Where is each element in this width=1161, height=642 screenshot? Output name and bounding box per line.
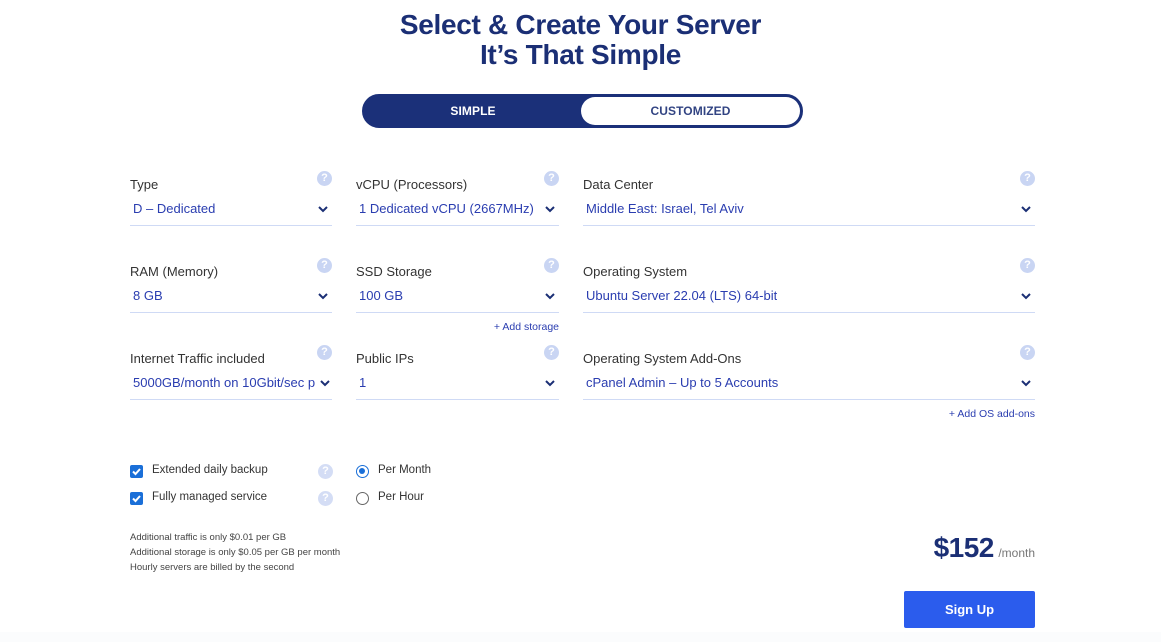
chevron-down-icon — [545, 206, 555, 213]
ram-select[interactable]: 8 GB — [130, 284, 332, 313]
help-icon[interactable]: ? — [544, 171, 559, 186]
public-ips-value: 1 — [359, 375, 367, 390]
os-addons-value: cPanel Admin – Up to 5 Accounts — [586, 375, 779, 390]
help-icon[interactable]: ? — [1020, 171, 1035, 186]
per-hour-label[interactable]: Per Hour — [378, 491, 424, 503]
type-field: Type ? D – Dedicated — [130, 171, 332, 232]
vcpu-label: vCPU (Processors) — [356, 177, 468, 192]
os-field: Operating System ? Ubuntu Server 22.04 (… — [583, 258, 1035, 319]
per-month-label[interactable]: Per Month — [378, 464, 431, 476]
public-ips-field: Public IPs ? 1 — [356, 345, 559, 406]
ssd-value: 100 GB — [359, 288, 404, 303]
chevron-down-icon — [320, 380, 330, 387]
help-icon[interactable]: ? — [317, 171, 332, 186]
data-center-select[interactable]: Middle East: Israel, Tel Aviv — [583, 197, 1035, 226]
os-value: Ubuntu Server 22.04 (LTS) 64-bit — [586, 288, 778, 303]
toggle-customized[interactable]: CUSTOMIZED — [581, 97, 800, 125]
help-icon[interactable]: ? — [544, 258, 559, 273]
traffic-value: 5000GB/month on 10Gbit/sec p — [133, 375, 316, 390]
chevron-down-icon — [545, 293, 555, 300]
sign-up-button[interactable]: Sign Up — [904, 591, 1035, 628]
traffic-field: Internet Traffic included ? 5000GB/month… — [130, 345, 332, 406]
ram-label: RAM (Memory) — [130, 264, 219, 279]
public-ips-select[interactable]: 1 — [356, 371, 559, 400]
help-icon[interactable]: ? — [1020, 345, 1035, 360]
vcpu-value: 1 Dedicated vCPU (2667MHz) — [359, 201, 534, 216]
backup-label[interactable]: Extended daily backup — [152, 464, 268, 476]
ssd-select[interactable]: 100 GB — [356, 284, 559, 313]
title-line-2: It’s That Simple — [479, 39, 682, 70]
ssd-field: SSD Storage ? 100 GB — [356, 258, 559, 319]
pricing-notes: Additional traffic is only $0.01 per GB … — [130, 530, 340, 575]
data-center-label: Data Center — [583, 177, 654, 192]
os-addons-label: Operating System Add-Ons — [583, 351, 742, 366]
checkmark-icon — [132, 495, 141, 503]
note-storage: Additional storage is only $0.05 per GB … — [130, 547, 341, 558]
os-addons-select[interactable]: cPanel Admin – Up to 5 Accounts — [583, 371, 1035, 400]
type-label: Type — [130, 177, 159, 192]
toggle-customized-label: CUSTOMIZED — [650, 104, 731, 118]
checkmark-icon — [132, 468, 141, 476]
managed-checkbox[interactable] — [130, 492, 143, 505]
backup-option: Extended daily backup ? — [130, 463, 333, 481]
page-title: Select & Create Your Server It’s That Si… — [0, 10, 1161, 70]
data-center-value: Middle East: Israel, Tel Aviv — [586, 201, 744, 216]
public-ips-label: Public IPs — [356, 351, 414, 366]
note-traffic: Additional traffic is only $0.01 per GB — [130, 532, 287, 543]
ram-value: 8 GB — [133, 288, 163, 303]
toggle-simple[interactable]: SIMPLE — [365, 97, 581, 125]
chevron-down-icon — [545, 380, 555, 387]
help-icon[interactable]: ? — [317, 258, 332, 273]
help-icon[interactable]: ? — [544, 345, 559, 360]
os-label: Operating System — [583, 264, 688, 279]
chevron-down-icon — [318, 293, 328, 300]
per-hour-option: Per Hour — [356, 490, 476, 508]
per-month-radio[interactable] — [356, 465, 369, 478]
chevron-down-icon — [318, 206, 328, 213]
price-period: /month — [998, 546, 1035, 560]
ssd-label: SSD Storage — [356, 264, 432, 279]
chevron-down-icon — [1021, 206, 1031, 213]
os-addons-field: Operating System Add-Ons ? cPanel Admin … — [583, 345, 1035, 406]
mode-toggle: SIMPLE CUSTOMIZED — [362, 94, 803, 128]
help-icon[interactable]: ? — [318, 464, 333, 479]
managed-label[interactable]: Fully managed service — [152, 491, 267, 503]
help-icon[interactable]: ? — [1020, 258, 1035, 273]
add-storage-link[interactable]: + Add storage — [459, 321, 559, 333]
managed-option: Fully managed service ? — [130, 490, 333, 508]
help-icon[interactable]: ? — [318, 491, 333, 506]
title-line-1: Select & Create Your Server — [399, 9, 762, 40]
per-month-option: Per Month — [356, 463, 476, 481]
data-center-field: Data Center ? Middle East: Israel, Tel A… — [583, 171, 1035, 232]
chevron-down-icon — [1021, 380, 1031, 387]
traffic-label: Internet Traffic included — [130, 351, 265, 366]
vcpu-field: vCPU (Processors) ? 1 Dedicated vCPU (26… — [356, 171, 559, 232]
os-select[interactable]: Ubuntu Server 22.04 (LTS) 64-bit — [583, 284, 1035, 313]
per-hour-radio[interactable] — [356, 492, 369, 505]
price-display: $152 /month — [934, 532, 1035, 564]
help-icon[interactable]: ? — [317, 345, 332, 360]
footer-band — [0, 632, 1161, 642]
backup-checkbox[interactable] — [130, 465, 143, 478]
type-value: D – Dedicated — [133, 201, 216, 216]
note-hourly: Hourly servers are billed by the second — [130, 562, 295, 573]
ram-field: RAM (Memory) ? 8 GB — [130, 258, 332, 319]
price-amount: $152 — [933, 532, 995, 563]
vcpu-select[interactable]: 1 Dedicated vCPU (2667MHz) — [356, 197, 559, 226]
traffic-select[interactable]: 5000GB/month on 10Gbit/sec p — [130, 371, 332, 400]
type-select[interactable]: D – Dedicated — [130, 197, 332, 226]
chevron-down-icon — [1021, 293, 1031, 300]
add-os-addons-link[interactable]: + Add OS add-ons — [915, 408, 1035, 420]
